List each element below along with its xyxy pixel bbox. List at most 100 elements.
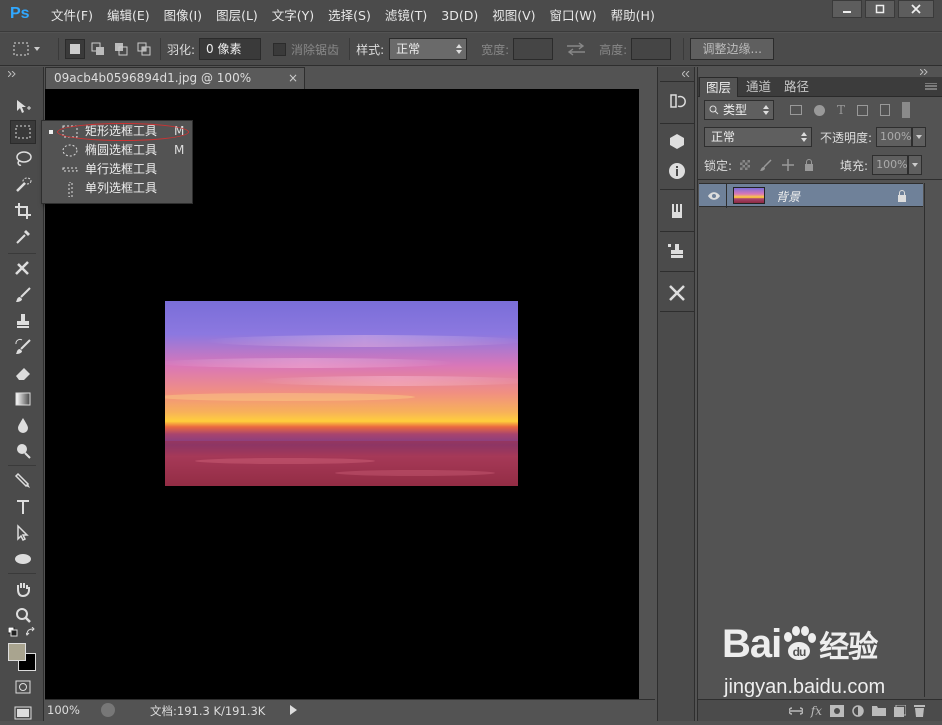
eraser-tool[interactable]: [10, 361, 36, 385]
new-layer-icon[interactable]: [894, 704, 906, 717]
fill-dropdown[interactable]: [908, 155, 923, 175]
menu-type[interactable]: 文字(Y): [265, 0, 321, 32]
fill-input[interactable]: 100%: [872, 155, 909, 175]
rect-marquee-tool[interactable]: [10, 120, 36, 144]
filter-pixel-icon[interactable]: [790, 105, 802, 115]
collapse-arrows-icon[interactable]: [682, 71, 692, 77]
brush-tool[interactable]: [10, 283, 36, 307]
history-brush-tool[interactable]: [10, 335, 36, 359]
panel-menu-icon[interactable]: [925, 83, 937, 91]
new-selection-button[interactable]: [65, 39, 85, 59]
layers-scrollbar[interactable]: [924, 183, 941, 697]
tab-channels[interactable]: 通道: [740, 77, 777, 97]
link-layers-icon[interactable]: [788, 706, 803, 716]
layer-row-background[interactable]: 背景: [699, 183, 923, 208]
zoom-level[interactable]: 100%: [47, 703, 80, 717]
status-menu-arrow-icon[interactable]: [290, 705, 298, 715]
blend-mode-select[interactable]: 正常: [704, 127, 812, 147]
collapse-arrows-icon[interactable]: [920, 69, 930, 75]
flyout-single-column-marquee[interactable]: 单列选框工具: [42, 179, 194, 198]
menu-select[interactable]: 选择(S): [321, 0, 378, 32]
menu-view[interactable]: 视图(V): [485, 0, 542, 32]
clone-source-button[interactable]: [665, 239, 689, 263]
type-tool[interactable]: [10, 495, 36, 519]
status-info-button[interactable]: [101, 703, 115, 717]
layer-name[interactable]: 背景: [776, 188, 800, 205]
subtract-from-selection-button[interactable]: [111, 39, 131, 59]
pen-tool[interactable]: [10, 469, 36, 493]
eye-visibility-icon[interactable]: [707, 191, 721, 201]
zoom-tool[interactable]: [10, 603, 36, 627]
opacity-dropdown[interactable]: [912, 127, 927, 147]
menu-3d[interactable]: 3D(D): [434, 0, 485, 32]
eyedropper-tool[interactable]: [10, 225, 36, 249]
style-select[interactable]: 正常: [389, 38, 468, 60]
tab-paths[interactable]: 路径: [778, 77, 815, 97]
filter-toggle[interactable]: [902, 102, 911, 118]
dodge-tool[interactable]: [10, 439, 36, 463]
menu-file[interactable]: 文件(F): [44, 0, 100, 32]
menu-help[interactable]: 帮助(H): [604, 0, 662, 32]
tool-preset-picker[interactable]: [12, 41, 52, 57]
flyout-single-row-marquee[interactable]: 单行选框工具: [42, 160, 194, 179]
history-panel-button[interactable]: [665, 89, 689, 113]
tab-layers[interactable]: 图层: [699, 77, 739, 97]
move-tool[interactable]: [10, 95, 36, 119]
foreground-color-swatch[interactable]: [8, 643, 26, 661]
filter-adjustment-icon[interactable]: [814, 104, 825, 116]
add-to-selection-button[interactable]: [88, 39, 108, 59]
ellipse-shape-tool[interactable]: [10, 547, 36, 571]
filter-shape-icon[interactable]: [857, 104, 869, 116]
info-panel-button[interactable]: [665, 159, 689, 183]
delete-layer-trash-icon[interactable]: [914, 704, 925, 717]
close-window-button[interactable]: [898, 0, 934, 18]
close-document-button[interactable]: ×: [288, 68, 298, 88]
gradient-tool[interactable]: [10, 387, 36, 411]
flyout-ellipse-marquee[interactable]: 椭圆选框工具 M: [42, 141, 194, 160]
new-group-folder-icon[interactable]: [872, 705, 886, 716]
refine-edge-button[interactable]: 调整边缘...: [690, 38, 775, 60]
add-mask-icon[interactable]: [830, 704, 844, 717]
opacity-input[interactable]: 100%: [876, 127, 913, 147]
tool-presets-button[interactable]: [665, 281, 689, 305]
maximize-button[interactable]: [865, 0, 895, 18]
hand-tool[interactable]: [10, 577, 36, 601]
crop-tool[interactable]: [10, 199, 36, 223]
spot-healing-tool[interactable]: [10, 257, 36, 281]
swap-colors-button[interactable]: [26, 627, 36, 637]
path-selection-tool[interactable]: [10, 521, 36, 545]
menu-layer[interactable]: 图层(L): [209, 0, 265, 32]
flyout-rect-marquee[interactable]: 矩形选框工具 M: [42, 122, 194, 141]
minimize-button[interactable]: [832, 0, 862, 18]
quick-mask-button[interactable]: [10, 675, 36, 699]
menu-image[interactable]: 图像(I): [157, 0, 209, 32]
intersect-selection-button[interactable]: [134, 39, 154, 59]
collapse-arrows-icon[interactable]: [8, 71, 18, 77]
brush-presets-button[interactable]: [665, 199, 689, 223]
clone-source-icon: [668, 244, 683, 258]
fx-icon[interactable]: fx: [811, 704, 822, 718]
lock-transparent-pixels[interactable]: [740, 160, 751, 170]
screen-mode-button[interactable]: [10, 701, 36, 725]
layer-filter-select[interactable]: 类型: [704, 100, 774, 120]
menu-filter[interactable]: 滤镜(T): [378, 0, 434, 32]
lock-all-icon[interactable]: [804, 159, 814, 171]
default-colors-button[interactable]: [8, 627, 18, 637]
blur-tool[interactable]: [10, 413, 36, 437]
lock-position-icon[interactable]: [782, 159, 795, 171]
adjustment-layer-icon[interactable]: [852, 704, 864, 717]
clone-stamp-tool[interactable]: [10, 309, 36, 333]
quick-selection-tool[interactable]: [10, 173, 36, 197]
3d-panel-button[interactable]: [665, 129, 689, 153]
search-icon: [709, 105, 719, 115]
menu-window[interactable]: 窗口(W): [543, 0, 604, 32]
blur-drop-icon: [18, 418, 28, 433]
lasso-tool[interactable]: [10, 147, 36, 171]
antialias-checkbox[interactable]: [273, 42, 287, 56]
menu-edit[interactable]: 编辑(E): [100, 0, 157, 32]
filter-smart-object-icon[interactable]: [880, 104, 891, 116]
lock-image-pixels-icon[interactable]: [760, 159, 772, 171]
feather-input[interactable]: 0 像素: [199, 38, 262, 60]
document-tab[interactable]: 09acb4b0596894d1.jpg @ 100%(RGB/8#) ×: [45, 67, 305, 105]
filter-type-icon[interactable]: T: [837, 103, 845, 117]
